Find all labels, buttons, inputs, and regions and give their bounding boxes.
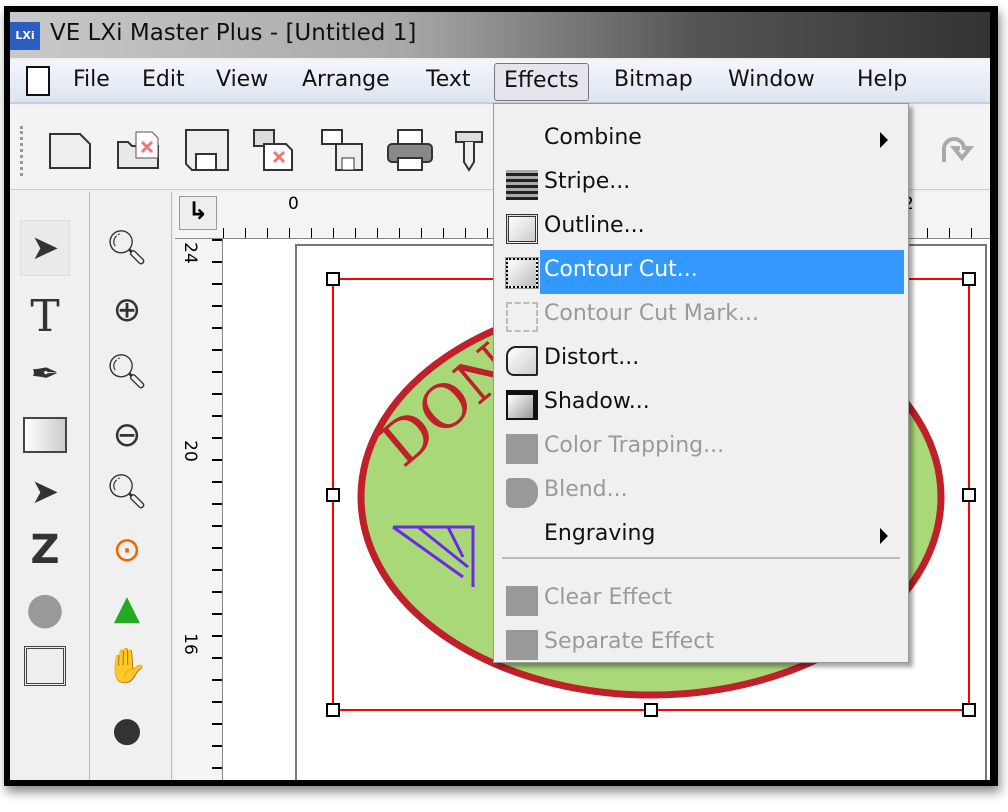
- zoom-area-icon[interactable]: 🔍︎: [102, 220, 152, 276]
- menu-item-color-trapping[interactable]: Color Trapping...: [498, 426, 904, 470]
- vertical-ruler: 24 20 16: [175, 239, 223, 780]
- menu-item-outline[interactable]: Outline...: [498, 206, 904, 250]
- tools-column-1: ➤ T ✒ ➤ Z ●: [10, 192, 90, 780]
- title-bar: LXi VE LXi Master Plus - [Untitled 1]: [10, 12, 990, 58]
- menu-edit[interactable]: Edit: [134, 67, 193, 92]
- menu-item-stripe[interactable]: Stripe...: [498, 162, 904, 206]
- shape-icon[interactable]: ●: [20, 580, 70, 636]
- menu-item-shadow[interactable]: Shadow...: [498, 382, 904, 426]
- zoom-previous-icon[interactable]: 🔍︎: [102, 464, 152, 520]
- menu-item-label: Contour Cut...: [544, 257, 698, 282]
- menu-item-label: Clear Effect: [544, 585, 672, 610]
- window-title: VE LXi Master Plus - [Untitled 1]: [50, 20, 417, 46]
- stripe-icon: [506, 170, 538, 200]
- rectangle-icon[interactable]: [20, 407, 70, 463]
- separate-effect-icon: [506, 630, 538, 660]
- menu-bar: File Edit View Arrange Text Effects Bitm…: [10, 60, 990, 104]
- import-icon[interactable]: [250, 128, 300, 172]
- frame-icon[interactable]: [20, 638, 70, 694]
- tools-column-2: 🔍︎ ⊕ 🔍︎ ⊖ 🔍︎ ⊙ ▲ ✋ ●: [92, 192, 172, 780]
- ruler-label: 24: [179, 242, 200, 264]
- menu-item-label: Combine: [544, 125, 642, 150]
- blend-icon: [506, 478, 538, 508]
- zoom-selection-icon[interactable]: ⊙: [102, 522, 152, 578]
- menu-item-label: Blend...: [544, 477, 628, 502]
- node-edit-icon[interactable]: ➤: [20, 464, 70, 520]
- text-icon[interactable]: T: [20, 288, 70, 344]
- ruler-label: 20: [179, 440, 200, 462]
- menu-separator: [502, 557, 900, 559]
- contour-cut-icon: [505, 257, 539, 289]
- document-icon[interactable]: [26, 66, 50, 96]
- menu-item-clear-effect[interactable]: Clear Effect: [498, 578, 904, 622]
- menu-window[interactable]: Window: [720, 67, 823, 92]
- ruler-label: 16: [179, 633, 200, 655]
- toolbar-grip[interactable]: [20, 126, 24, 176]
- menu-item-label: Shadow...: [544, 389, 650, 414]
- shadow-icon: [506, 390, 538, 420]
- submenu-arrow-icon: [880, 528, 888, 544]
- menu-bitmap[interactable]: Bitmap: [606, 67, 701, 92]
- pen-icon[interactable]: ✒: [20, 346, 70, 402]
- app-window: LXi VE LXi Master Plus - [Untitled 1] Fi…: [10, 12, 990, 780]
- pan-hand-icon[interactable]: ✋: [102, 638, 152, 694]
- menu-item-contour-cut-mark[interactable]: Contour Cut Mark...: [498, 294, 904, 338]
- effects-dropdown-menu: Combine Stripe... Outline... Contour Cut…: [493, 103, 909, 663]
- cut-plotter-icon[interactable]: [454, 128, 484, 172]
- app-logo-icon: LXi: [10, 22, 40, 50]
- color-trapping-icon: [506, 434, 538, 464]
- menu-text[interactable]: Text: [418, 67, 479, 92]
- zigzag-icon[interactable]: Z: [20, 522, 70, 578]
- menu-item-label: Outline...: [544, 213, 645, 238]
- save-icon[interactable]: [182, 128, 232, 172]
- redo-icon[interactable]: [938, 128, 978, 172]
- menu-item-combine[interactable]: Combine: [498, 118, 904, 162]
- menu-item-label: Distort...: [544, 345, 640, 370]
- menu-file[interactable]: File: [65, 67, 118, 92]
- submenu-arrow-icon: [880, 132, 888, 148]
- zoom-objects-icon[interactable]: ▲: [102, 580, 152, 636]
- select-arrow-icon[interactable]: ➤: [20, 220, 70, 276]
- export-icon[interactable]: [318, 128, 368, 172]
- ruler-label: 0: [288, 194, 299, 214]
- zoom-in-icon[interactable]: ⊕: [102, 282, 152, 338]
- menu-item-label: Separate Effect: [544, 629, 714, 654]
- menu-item-blend[interactable]: Blend...: [498, 470, 904, 514]
- menu-item-contour-cut[interactable]: Contour Cut...: [498, 250, 904, 294]
- outline-icon: [506, 214, 538, 244]
- ruler-origin-icon[interactable]: ↳: [179, 196, 217, 230]
- menu-item-label: Color Trapping...: [544, 433, 725, 458]
- zoom-page-icon[interactable]: 🔍︎: [102, 344, 152, 400]
- zoom-out-icon[interactable]: ⊖: [102, 407, 152, 463]
- menu-help[interactable]: Help: [849, 67, 915, 92]
- print-icon[interactable]: [386, 128, 436, 172]
- contour-cut-mark-icon: [506, 302, 538, 332]
- new-icon[interactable]: [46, 128, 96, 172]
- menu-view[interactable]: View: [208, 67, 276, 92]
- open-icon[interactable]: [114, 128, 164, 172]
- menu-item-label: Stripe...: [544, 169, 631, 194]
- menu-item-engraving[interactable]: Engraving: [498, 514, 904, 558]
- clear-effect-icon: [506, 586, 538, 616]
- distort-icon: [506, 346, 538, 376]
- menu-arrange[interactable]: Arrange: [294, 67, 398, 92]
- color-icon[interactable]: ●: [102, 702, 152, 758]
- menu-item-separate-effect[interactable]: Separate Effect: [498, 622, 904, 666]
- menu-item-distort[interactable]: Distort...: [498, 338, 904, 382]
- menu-item-label: Contour Cut Mark...: [544, 301, 759, 326]
- menu-item-label: Engraving: [544, 521, 656, 546]
- menu-effects[interactable]: Effects: [494, 63, 589, 101]
